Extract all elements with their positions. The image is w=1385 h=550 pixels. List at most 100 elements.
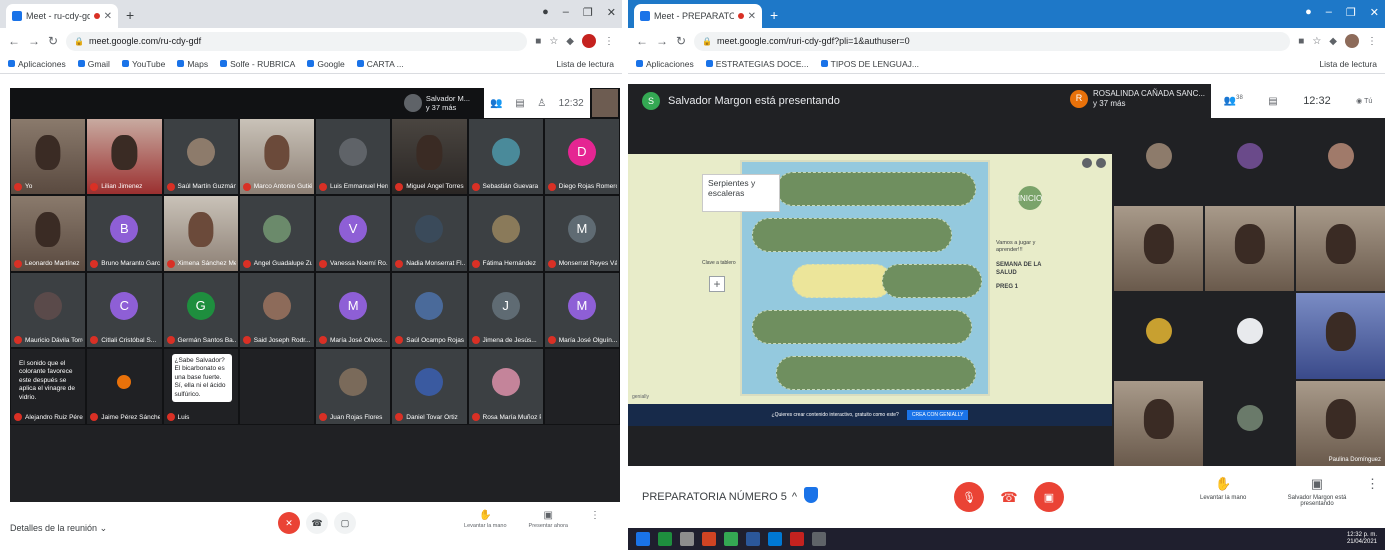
minimize-button[interactable]: – [563,6,569,19]
participant-tile[interactable]: V Vanessa Noemí Ro... [315,194,392,272]
maximize-button[interactable]: ❐ [1346,6,1356,19]
chrome-icon[interactable] [724,532,738,546]
mic-off-button[interactable]: ✕ [278,512,300,534]
camera-button[interactable]: ▢ [334,512,356,534]
participant-tile[interactable]: G Germán Santos Ba... [162,271,239,349]
participant-tile[interactable] [1205,380,1294,466]
participant-tile[interactable]: D Diego Rojas Romero [543,118,620,195]
raise-hand-button[interactable]: ✋ Levantar la mano [1200,476,1246,501]
menu-icon[interactable]: ⋮ [604,36,614,47]
account-icon[interactable]: ● [1305,6,1312,19]
bookmark-item[interactable]: TIPOS DE LENGUAJ... [820,59,919,69]
participant-tile[interactable]: ¿Sabe Salvador? El bicarbonato es una ba… [162,348,239,426]
slide-tool-icon[interactable] [1082,158,1092,168]
participant-tile[interactable]: El sonido que el colorante favorece este… [10,348,87,426]
reload-icon[interactable]: ↻ [48,34,58,48]
promo-button[interactable]: CREA CON GENIALLY [906,410,969,420]
participant-tile[interactable]: J Jimena de Jesús... [467,271,544,349]
bookmark-item[interactable]: Gmail [77,59,110,69]
bookmark-item[interactable]: ESTRATEGIAS DOCE... [705,59,809,69]
participant-tile[interactable]: Said Joseph Rodr... [238,271,315,349]
participant-tile[interactable]: Ximena Sánchez Mendoza [162,194,239,272]
forward-icon[interactable]: → [656,34,668,48]
close-tab-icon[interactable]: ✕ [104,11,112,22]
participant-tile[interactable]: Jaime Pérez Sánchez [86,348,163,426]
participant-tile[interactable]: Juan Rojas Flores [315,348,392,426]
participant-tile[interactable]: M María José Olivos... [315,271,392,349]
address-bar[interactable]: 🔒 meet.google.com/ru-cdy-gdf [66,31,528,51]
participant-tile[interactable]: Paulina Domínguez [1296,380,1385,466]
maximize-button[interactable]: ❐ [583,6,593,19]
participant-tile[interactable] [238,348,315,426]
more-options-button[interactable]: ⋮ [1366,476,1379,492]
camera-icon[interactable]: ■ [1298,36,1304,47]
camera-icon[interactable]: ■ [535,36,541,47]
address-bar[interactable]: 🔒 meet.google.com/ruri-cdy-gdf?pli=1&aut… [694,31,1291,51]
new-tab-button[interactable]: + [770,7,778,23]
start-icon[interactable] [636,532,650,546]
reading-list[interactable]: Lista de lectura [556,59,614,69]
participant-tile[interactable] [1114,380,1203,466]
powerpoint-icon[interactable] [702,532,716,546]
participant-tile[interactable]: Leonardo Martínez [10,194,87,272]
file-explorer-icon[interactable] [680,532,694,546]
hang-up-button[interactable]: ☎ [998,489,1020,505]
meeting-details-button[interactable]: PREPARATORIA NÚMERO 5 ^ [642,491,797,503]
account-icon[interactable]: ● [542,6,549,19]
participant-tile[interactable]: Marco Antonio Gutiérrez [238,118,315,195]
participant-tile[interactable] [1205,205,1294,291]
participant-tile[interactable]: B Bruno Maranto García [86,194,163,272]
participant-tile[interactable] [1205,293,1294,379]
reading-list[interactable]: Lista de lectura [1319,59,1377,69]
more-options-button[interactable]: ⋮ [590,510,600,529]
chat-icon[interactable]: ▤ [515,98,524,109]
participant-tile[interactable]: C Citlali Cristóbal S... [86,271,163,349]
close-tab-icon[interactable]: ✕ [748,11,756,22]
people-icon[interactable]: 👥 [490,98,502,109]
hang-up-button[interactable]: ☎ [306,512,328,534]
app-icon[interactable] [812,532,826,546]
bookmark-item[interactable]: Solfe - RUBRICA [220,59,295,69]
participant-tile[interactable]: Rosa María Muñoz Pedroza [467,348,544,426]
slide-tool-icon[interactable] [1096,158,1106,168]
people-button[interactable]: 👥38 [1224,95,1243,106]
new-tab-button[interactable]: + [126,7,134,23]
participant-tile[interactable] [1296,293,1385,379]
raise-hand-button[interactable]: ✋ Levantar la mano [464,510,507,529]
participant-tile[interactable]: Angel Guadalupe Zu... [238,194,315,272]
chat-notification[interactable]: El sonido que el colorante favorece este… [19,360,79,402]
camera-off-button[interactable]: ▣ [1034,482,1064,512]
present-now-button[interactable]: ▣ Presentar ahora [529,510,568,529]
forward-icon[interactable]: → [28,34,40,48]
bookmark-item[interactable]: Aplicaciones [636,59,694,69]
reload-icon[interactable]: ↻ [676,34,686,48]
back-icon[interactable]: ← [636,34,648,48]
participant-tile[interactable]: Nadia Monserrat Fl... [391,194,468,272]
presentation-button[interactable]: ▣ Salvador Margon está presentando [1282,476,1352,507]
participant-tile[interactable]: Luis Emmanuel Herrera... [315,118,392,195]
bookmark-item[interactable]: YouTube [121,59,165,69]
close-window-button[interactable]: ✕ [607,6,616,19]
bookmark-item[interactable]: Maps [177,59,208,69]
participant-tile[interactable] [1205,118,1294,204]
extension-icon[interactable]: ◆ [1329,36,1337,47]
participant-tile[interactable]: Lilian Jimenez [86,118,163,195]
add-button[interactable]: + [709,276,725,292]
participant-tile[interactable] [1114,205,1203,291]
participant-tile[interactable] [1296,205,1385,291]
excel-icon[interactable] [658,532,672,546]
bookmark-item[interactable]: Aplicaciones [8,59,66,69]
shield-icon[interactable] [804,487,818,503]
participant-tile[interactable]: Daniel Tovar Ortiz [391,348,468,426]
mic-off-button[interactable]: 🎙 [954,482,984,512]
participant-tile[interactable]: Saúl Martín Guzmán Ver... [162,118,239,195]
participant-tile[interactable] [543,348,620,426]
minimize-button[interactable]: – [1326,6,1332,19]
profile-avatar[interactable] [582,34,596,48]
edge-icon[interactable] [768,532,782,546]
extension-icon[interactable]: ◆ [566,36,574,47]
meeting-details-button[interactable]: Detalles de la reunión ⌄ [10,523,107,534]
star-icon[interactable]: ☆ [1312,36,1321,47]
participant-tile[interactable]: Mauricio Dávila Torres [10,271,87,349]
chat-icon[interactable]: ▤ [1268,96,1277,107]
